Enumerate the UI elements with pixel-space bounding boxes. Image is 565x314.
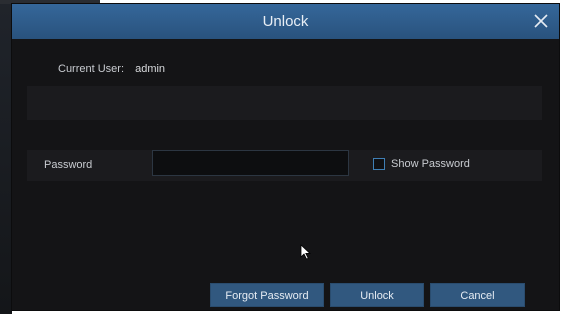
current-user-value: admin <box>135 63 166 75</box>
show-password-label: Show Password <box>391 158 470 170</box>
current-user-row: Current User: admin <box>58 63 165 75</box>
dialog-titlebar: Unlock <box>12 4 559 39</box>
password-label: Password <box>44 159 93 171</box>
unlock-dialog: Unlock Current User: admin Password Show… <box>12 4 559 310</box>
screen: Unlock Current User: admin Password Show… <box>0 0 565 314</box>
empty-row-band <box>27 86 542 120</box>
password-input[interactable] <box>152 150 349 176</box>
dialog-title: Unlock <box>262 13 309 30</box>
current-user-label: Current User: <box>58 63 125 75</box>
close-button[interactable] <box>529 9 553 33</box>
unlock-button[interactable]: Unlock <box>330 283 424 307</box>
show-password-checkbox[interactable] <box>373 158 385 170</box>
cancel-button[interactable]: Cancel <box>430 283 525 307</box>
mouse-pointer-icon <box>300 244 312 265</box>
show-password-toggle[interactable]: Show Password <box>373 157 470 171</box>
close-icon <box>534 14 548 28</box>
forgot-password-button[interactable]: Forgot Password <box>210 283 324 307</box>
background-window-edge <box>0 0 12 314</box>
